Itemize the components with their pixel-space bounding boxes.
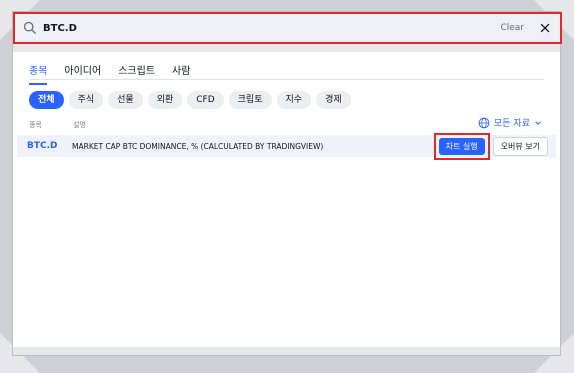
- all-sources-dropdown[interactable]: 모든 자료: [478, 116, 542, 129]
- tab-scripts[interactable]: 스크립트: [118, 62, 155, 85]
- symbol-search-dialog: Clear 종목 아이디어 스크립트 사람 전체 주식 선물 외환 CFD 크립…: [13, 12, 562, 355]
- search-icon: [23, 21, 37, 35]
- globe-icon: [478, 117, 490, 128]
- result-symbol[interactable]: BTC.D: [27, 141, 72, 151]
- launch-chart-button[interactable]: 차트 실행: [438, 137, 485, 155]
- launch-chart-highlight: 차트 실행: [433, 132, 490, 160]
- result-row[interactable]: BTC.D MARKET CAP BTC DOMINANCE, % (CALCU…: [17, 132, 556, 160]
- tab-ideas[interactable]: 아이디어: [64, 62, 101, 85]
- close-icon[interactable]: [538, 21, 552, 35]
- chip-futures[interactable]: 선물: [108, 91, 143, 109]
- column-header-symbol: 종목: [29, 121, 42, 129]
- chip-forex[interactable]: 외환: [147, 91, 183, 109]
- chip-economy[interactable]: 경제: [316, 91, 351, 109]
- column-header-description: 설명: [73, 121, 86, 129]
- clear-button[interactable]: Clear: [500, 23, 524, 33]
- asset-filter-chips: 전체 주식 선물 외환 CFD 크립토 지수 경제: [29, 91, 351, 109]
- category-tabs: 종목 아이디어 스크립트 사람: [29, 62, 190, 85]
- chevron-down-icon: [535, 120, 541, 125]
- tabs-underline: [29, 79, 544, 80]
- chip-cfd[interactable]: CFD: [187, 91, 224, 109]
- chip-stocks[interactable]: 주식: [68, 91, 104, 109]
- result-description: MARKET CAP BTC DOMINANCE, % (CALCULATED …: [72, 141, 324, 151]
- divider: [13, 44, 560, 52]
- tab-symbols[interactable]: 종목: [29, 62, 48, 85]
- chip-all[interactable]: 전체: [29, 91, 64, 109]
- search-bar: Clear: [13, 12, 562, 44]
- dialog-footer: [13, 347, 560, 355]
- view-overview-button[interactable]: 오버뷰 보기: [492, 136, 548, 156]
- chip-index[interactable]: 지수: [276, 91, 312, 109]
- all-sources-label: 모든 자료: [494, 119, 530, 129]
- chip-crypto[interactable]: 크립토: [228, 91, 272, 109]
- search-input[interactable]: [43, 22, 463, 34]
- tab-people[interactable]: 사람: [172, 62, 190, 85]
